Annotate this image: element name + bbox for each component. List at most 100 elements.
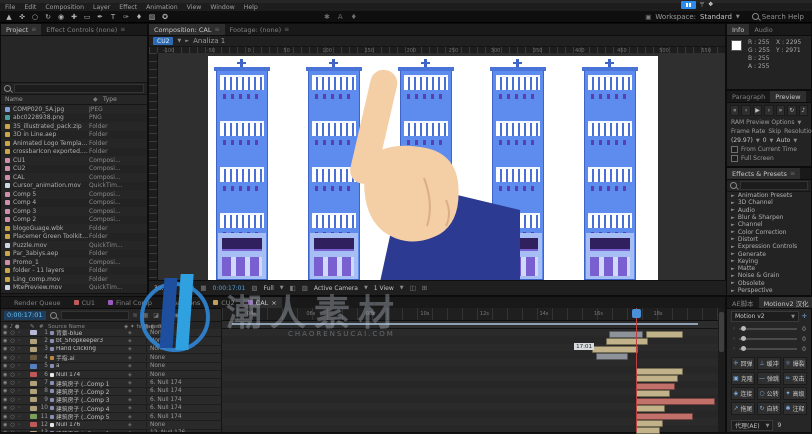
resolution-select[interactable]: Full [263,285,273,292]
slider-knob[interactable] [741,336,746,341]
eye-icon[interactable]: ◉ [3,330,7,336]
current-time-display[interactable]: 0:00:17:01 [213,285,246,292]
frame-blending-icon[interactable]: ⊞ [164,312,169,319]
full-screen-checkbox[interactable] [731,155,738,162]
expand-arrow-icon[interactable]: ► [731,222,735,228]
transport-button[interactable]: ↻ [787,105,796,116]
info-panel-tab[interactable]: Audio [749,24,777,35]
layer-parent[interactable]: None [146,330,221,336]
lock-icon[interactable]: ◦ [18,405,21,411]
layer-label-chip[interactable] [30,414,37,419]
layer-parent[interactable]: 6. Null 174 [146,388,221,394]
expand-arrow-icon[interactable]: ► [731,251,735,257]
eye-icon[interactable]: ◉ [3,346,7,352]
toolbar-misc-icon[interactable]: ♦ [351,13,357,21]
project-file-row[interactable]: Promo_1 Composi... [1,258,147,267]
expand-arrow-icon[interactable]: ► [731,288,735,294]
menu-item[interactable]: Composition [45,4,84,11]
solo-icon[interactable]: ○ [10,414,14,420]
shape-tool-icon[interactable]: ▭ [82,12,92,22]
effect-category-row[interactable]: ► Keying [727,258,811,265]
eye-icon[interactable]: ◉ [3,372,7,378]
eye-icon[interactable]: ◉ [3,430,7,432]
project-file-row[interactable]: MtePreview.mov QuickTim... [1,284,147,293]
comp-nav-item[interactable]: Analiza 1 [193,37,225,45]
transport-button[interactable]: « [730,105,739,116]
layer-parent[interactable]: 6. Null 174 [146,414,221,420]
menu-item[interactable]: Effect [119,4,137,11]
menu-item[interactable]: Animation [146,4,178,11]
layer-parent[interactable]: 12. Null 176 [146,430,221,432]
layer-label-chip[interactable] [30,347,37,352]
preview-panel-tab[interactable]: Paragraph [727,91,770,102]
expand-arrow-icon[interactable]: ► [731,207,735,213]
composition-mini-flowchart-icon[interactable]: ≋ [133,312,138,319]
solo-icon[interactable]: ○ [10,363,14,369]
layer-switches[interactable]: ◈ [128,330,146,336]
lock-icon[interactable]: ◦ [18,422,21,428]
project-file-row[interactable]: 35_illustrated_pack.zip Folder [1,122,147,131]
overlay-cam-icon[interactable]: ❖ [708,1,713,8]
layer-switches[interactable]: ◈ [128,388,146,394]
layer-label-chip[interactable] [30,397,37,402]
project-file-row[interactable]: Comp 5 Composi... [1,190,147,199]
layer-name[interactable]: Null 174 [56,372,128,378]
motion-tool-button[interactable]: ○ 公转 [757,387,781,400]
lock-icon[interactable]: ◦ [18,346,21,352]
effect-category-row[interactable]: ► Channel [727,221,811,228]
layer-label-chip[interactable] [30,339,37,344]
mask-visibility-icon[interactable]: ▦ [200,284,206,292]
layer-label-chip[interactable] [30,364,37,369]
solo-icon[interactable]: ○ [10,380,14,386]
motion-tool-button[interactable]: ✛ 回弹 [731,357,755,370]
layer-duration-bar[interactable] [606,338,648,345]
project-file-row[interactable]: crossbarIcon exported.aep Folder [1,148,147,157]
solo-icon[interactable]: ○ [10,422,14,428]
eye-icon[interactable]: ◉ [3,422,7,428]
layer-switches[interactable]: ◈ [128,346,146,352]
layer-switches[interactable]: ◈ [128,405,146,411]
layer-duration-bar[interactable] [609,331,643,338]
project-file-row[interactable]: Cursor_animation.mov QuickTim... [1,182,147,191]
layer-label-chip[interactable] [30,406,37,411]
layer-parent[interactable]: 6. Null 174 [146,397,221,403]
project-file-row[interactable]: Animated Logo Templates Pack.aep Folder [1,139,147,148]
project-file-row[interactable]: Ling_comp.mov Folder [1,275,147,284]
solo-icon[interactable]: ○ [10,430,14,432]
frame-rate-select[interactable]: (29.97) [731,137,753,144]
timeline-button-icon[interactable]: ⊞ [422,284,427,292]
timeline-comp-tab[interactable]: CAL × [243,297,282,308]
timeline-track-area[interactable]: 04s06s08s10s12s14s16s18s 17:01 [221,308,718,432]
lock-icon[interactable]: ◦ [18,414,21,420]
layer-bars-area[interactable]: 17:01 [222,329,718,432]
project-file-row[interactable]: Comp 4 Composi... [1,199,147,208]
workspace-value[interactable]: Standard [700,13,732,21]
project-file-row[interactable]: Placemer Green Toolkit 7 2 05.aep Folder [1,233,147,242]
effect-category-row[interactable]: ► Noise & Grain [727,272,811,279]
effect-category-row[interactable]: ► Generate [727,250,811,257]
slider-track[interactable] [739,348,797,350]
lock-icon[interactable]: ◦ [18,330,21,336]
effect-category-row[interactable]: ► Obsolete [727,280,811,287]
motion-tool-button[interactable]: ◈ 连接 [731,387,755,400]
layer-name[interactable]: a [56,363,128,369]
project-file-row[interactable]: folder - 11 layers Folder [1,267,147,276]
layer-duration-bar[interactable] [636,368,683,375]
effects-search-input[interactable] [740,181,808,190]
timeline-layer-row[interactable]: ◉○◦ 5 a ◈ None [1,363,221,371]
transport-button[interactable]: › [764,105,773,116]
menu-item[interactable]: Layer [93,4,110,11]
expand-arrow-icon[interactable]: ► [731,193,735,199]
composition-canvas[interactable] [208,56,658,280]
motion-version-select[interactable]: Motion v2▼ [731,311,799,322]
expand-arrow-icon[interactable]: ► [731,215,735,221]
lock-icon[interactable]: ◦ [18,355,21,361]
overlay-tool-icon[interactable]: 〒 [699,0,705,9]
menu-item[interactable]: Edit [24,4,36,11]
motion-tool-button[interactable]: ↗ 拖尾 [731,402,755,415]
motion-tool-button[interactable]: ↻ 自转 [757,402,781,415]
motion-slider[interactable]: ◦ 0 [727,324,811,334]
menu-item[interactable]: Window [210,4,234,11]
transport-button[interactable]: ▶ [753,105,762,116]
effect-category-row[interactable]: ► Expression Controls [727,243,811,250]
